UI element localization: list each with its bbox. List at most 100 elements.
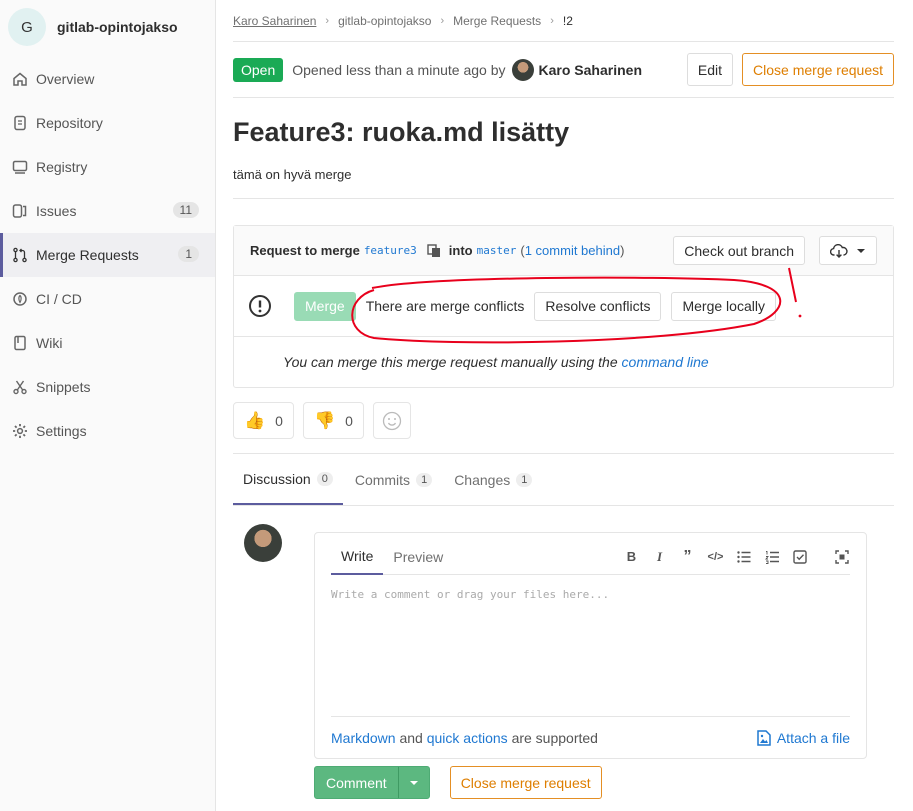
attach-file-button[interactable]: Attach a file — [757, 730, 850, 746]
current-user-avatar[interactable] — [244, 524, 282, 562]
sidebar-nav: Overview Repository Registry Issues 11 M… — [0, 57, 215, 453]
target-branch[interactable]: master — [473, 244, 521, 257]
tab-label: Discussion — [243, 470, 311, 487]
sidebar-item-overview[interactable]: Overview — [0, 57, 215, 101]
markdown-toolbar: B I ” </> — [623, 548, 850, 565]
close-merge-request-bottom-button[interactable]: Close merge request — [449, 766, 602, 799]
sidebar-item-repository[interactable]: Repository — [0, 101, 215, 145]
comment-textarea[interactable]: Write a comment or drag your files here.… — [331, 588, 609, 601]
container-icon — [12, 159, 28, 175]
opened-text: Opened less than a minute ago by — [292, 61, 506, 78]
sidebar-item-registry[interactable]: Registry — [0, 145, 215, 189]
sidebar: G gitlab-opintojakso Overview Repository… — [0, 0, 216, 811]
comment-form: Write Preview B I ” </> Write a comment … — [233, 524, 894, 799]
project-avatar: G — [8, 8, 46, 46]
download-dropdown-button[interactable] — [819, 236, 877, 265]
sidebar-item-wiki[interactable]: Wiki — [0, 321, 215, 365]
bold-icon[interactable]: B — [623, 548, 640, 565]
tab-count: 0 — [316, 471, 333, 486]
manual-merge-text: You can merge this merge request manuall… — [283, 354, 618, 370]
tab-label: Changes — [454, 471, 511, 488]
thumbs-up-button[interactable]: 👍 0 — [233, 402, 294, 439]
page-title: Feature3: ruoka.md lisätty — [233, 117, 570, 147]
comment-split-button: Comment — [314, 766, 430, 799]
mr-tabs: Discussion 0 Commits 1 Changes 1 — [233, 454, 894, 506]
quote-icon[interactable]: ” — [679, 548, 696, 565]
merge-widget-body: Merge There are merge conflicts Resolve … — [234, 267, 893, 344]
merge-requests-count-badge: 1 — [178, 246, 199, 262]
header-actions: Edit Close merge request — [686, 53, 894, 86]
thumbs-down-icon: 👎 — [313, 410, 336, 430]
chevron-right-icon: › — [325, 14, 330, 27]
merge-conflicts-text: There are merge conflicts — [365, 298, 525, 314]
bulleted-list-icon[interactable] — [735, 548, 752, 565]
close-merge-request-button[interactable]: Close merge request — [742, 53, 894, 86]
sidebar-item-issues[interactable]: Issues 11 — [0, 189, 215, 233]
breadcrumb-merge-requests[interactable]: Merge Requests — [453, 14, 541, 28]
warning-icon — [249, 295, 271, 317]
numbered-list-icon[interactable] — [763, 548, 780, 565]
doc-icon — [12, 115, 28, 131]
comment-options-button[interactable] — [399, 767, 429, 798]
and-text: and — [399, 729, 423, 746]
chevron-right-icon: › — [440, 14, 445, 27]
markdown-link[interactable]: Markdown — [331, 730, 396, 746]
sidebar-item-label: Overview — [36, 71, 95, 87]
breadcrumb-current[interactable]: !2 — [563, 14, 573, 28]
mr-description: tämä on hyvä merge — [233, 167, 894, 199]
manual-merge-hint: You can merge this merge request manuall… — [234, 337, 893, 387]
tab-preview[interactable]: Preview — [383, 539, 453, 575]
tab-discussion[interactable]: Discussion 0 — [233, 454, 343, 505]
editor-footer: Markdown and quick actions are supported… — [331, 716, 850, 758]
chevron-right-icon: › — [550, 14, 554, 27]
supported-text: are supported — [511, 729, 598, 746]
code-icon[interactable]: </> — [707, 548, 724, 565]
italic-icon[interactable]: I — [651, 548, 668, 565]
breadcrumb-user[interactable]: Karo Saharinen — [233, 14, 316, 28]
commit-behind-link[interactable]: 1 commit behind — [525, 243, 620, 258]
breadcrumb-project[interactable]: gitlab-opintojakso — [338, 14, 431, 28]
image-file-icon — [757, 729, 771, 746]
sidebar-item-ci-cd[interactable]: CI / CD — [0, 277, 215, 321]
sidebar-item-label: Settings — [36, 423, 87, 439]
copy-icon[interactable] — [427, 243, 441, 258]
sidebar-item-merge-requests[interactable]: Merge Requests 1 — [0, 233, 215, 277]
breadcrumb: Karo Saharinen › gitlab-opintojakso › Me… — [233, 0, 894, 42]
merge-widget: Request to merge feature3 into master (1… — [233, 225, 894, 388]
resolve-conflicts-button[interactable]: Resolve conflicts — [534, 291, 662, 321]
mr-header: Open Opened less than a minute ago by Ka… — [233, 42, 894, 98]
request-to-merge-label: Request to merge — [250, 243, 360, 258]
caret-down-icon — [409, 780, 418, 785]
command-line-link[interactable]: command line — [622, 354, 709, 370]
attach-file-label: Attach a file — [776, 729, 850, 746]
author-avatar[interactable] — [511, 58, 534, 81]
award-emoji-bar: 👍 0 👎 0 — [233, 402, 894, 454]
into-label: into — [448, 243, 473, 258]
source-branch[interactable]: feature3 — [360, 244, 421, 257]
sidebar-item-label: CI / CD — [36, 291, 82, 307]
author-name[interactable]: Karo Saharinen — [539, 62, 642, 78]
sidebar-item-label: Repository — [36, 115, 103, 131]
merge-locally-button[interactable]: Merge locally — [671, 291, 776, 321]
comment-actions: Comment Close merge request — [314, 766, 602, 799]
cloud-download-icon — [830, 243, 848, 258]
check-out-branch-button[interactable]: Check out branch — [673, 236, 805, 265]
smiley-icon — [382, 411, 402, 430]
sidebar-item-snippets[interactable]: Snippets — [0, 365, 215, 409]
tab-commits[interactable]: Commits 1 — [345, 454, 442, 505]
merge-button[interactable]: Merge — [294, 291, 356, 321]
comment-button[interactable]: Comment — [315, 767, 399, 798]
sidebar-item-settings[interactable]: Settings — [0, 409, 215, 453]
tab-changes[interactable]: Changes 1 — [444, 454, 542, 505]
project-header[interactable]: G gitlab-opintojakso — [0, 0, 215, 54]
add-reaction-button[interactable] — [372, 402, 411, 439]
tab-count: 1 — [516, 472, 533, 487]
fullscreen-icon[interactable] — [833, 548, 850, 565]
quick-actions-link[interactable]: quick actions — [427, 730, 508, 746]
conflict-actions: Resolve conflicts Merge locally — [534, 291, 776, 321]
thumbs-down-button[interactable]: 👎 0 — [302, 402, 364, 439]
home-icon — [12, 71, 28, 87]
tab-write[interactable]: Write — [331, 539, 384, 575]
task-list-icon[interactable] — [791, 548, 808, 565]
edit-button[interactable]: Edit — [686, 53, 734, 86]
